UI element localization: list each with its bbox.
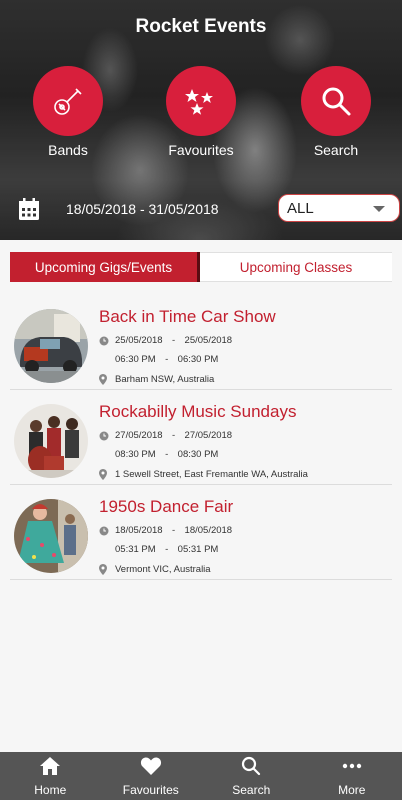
event-thumbnail (14, 499, 88, 573)
event-list: Back in Time Car Show 25/05/2018-25/05/2… (10, 295, 392, 580)
home-icon (39, 756, 61, 781)
calendar-icon[interactable] (18, 197, 40, 226)
event-title: Back in Time Car Show (99, 307, 276, 326)
filter-selected-value: ALL (287, 199, 314, 217)
clock-icon (99, 526, 109, 536)
stars-icon (183, 83, 219, 119)
event-dates: 27/05/2018-27/05/2018 (99, 430, 232, 441)
date-range[interactable]: 18/05/2018 - 31/05/2018 (66, 201, 219, 217)
tab-upcoming-gigs[interactable]: Upcoming Gigs/Events (10, 252, 200, 282)
event-dates: 25/05/2018-25/05/2018 (99, 335, 232, 346)
event-title: Rockabilly Music Sundays (99, 402, 297, 421)
event-times: 05:31 PM -05:31 PM (115, 544, 219, 555)
search-icon (240, 756, 262, 781)
bands-label: Bands (48, 142, 88, 158)
event-title: 1950s Dance Fair (99, 497, 234, 516)
tab-bar: Upcoming Gigs/Events Upcoming Classes (10, 252, 392, 282)
heart-icon (140, 756, 162, 781)
bottom-nav: Home Favourites Search More (0, 752, 402, 800)
clock-icon (99, 431, 109, 441)
nav-favourites[interactable]: Favourites (101, 752, 202, 800)
nav-favourites-label: Favourites (122, 782, 179, 797)
chevron-down-icon (373, 206, 385, 212)
event-thumbnail (14, 404, 88, 478)
tab-upcoming-classes[interactable]: Upcoming Classes (200, 252, 392, 282)
nav-more-label: More (338, 782, 366, 797)
event-dates: 18/05/2018-18/05/2018 (99, 525, 232, 536)
location-pin-icon (99, 469, 109, 480)
list-item[interactable]: 1950s Dance Fair 18/05/2018-18/05/2018 0… (10, 485, 392, 580)
list-item[interactable]: Rockabilly Music Sundays 27/05/2018-27/0… (10, 390, 392, 485)
list-item[interactable]: Back in Time Car Show 25/05/2018-25/05/2… (10, 295, 392, 390)
event-location: Vermont VIC, Australia (99, 564, 211, 575)
nav-home-label: Home (34, 782, 67, 797)
guitar-icon (50, 83, 86, 119)
event-times: 08:30 PM -08:30 PM (115, 449, 219, 460)
location-pin-icon (99, 374, 109, 385)
search-label: Search (313, 142, 359, 158)
nav-search-label: Search (232, 782, 271, 797)
event-location: Barham NSW, Australia (99, 374, 214, 385)
favourites-button[interactable] (166, 66, 236, 136)
event-thumbnail (14, 309, 88, 383)
date-filter-row: 18/05/2018 - 31/05/2018 ALL (0, 194, 402, 224)
clock-icon (99, 336, 109, 346)
location-pin-icon (99, 564, 109, 575)
nav-search[interactable]: Search (201, 752, 302, 800)
bands-button[interactable] (33, 66, 103, 136)
favourites-label: Favourites (168, 142, 234, 158)
nav-home[interactable]: Home (0, 752, 101, 800)
app-title: Rocket Events (135, 16, 267, 37)
category-filter-select[interactable]: ALL (278, 194, 400, 222)
nav-more[interactable]: More (302, 752, 402, 800)
search-icon (318, 83, 354, 119)
event-times: 06:30 PM -06:30 PM (115, 354, 219, 365)
search-button[interactable] (301, 66, 371, 136)
more-icon (341, 756, 363, 781)
event-location: 1 Sewell Street, East Fremantle WA, Aust… (99, 469, 308, 480)
